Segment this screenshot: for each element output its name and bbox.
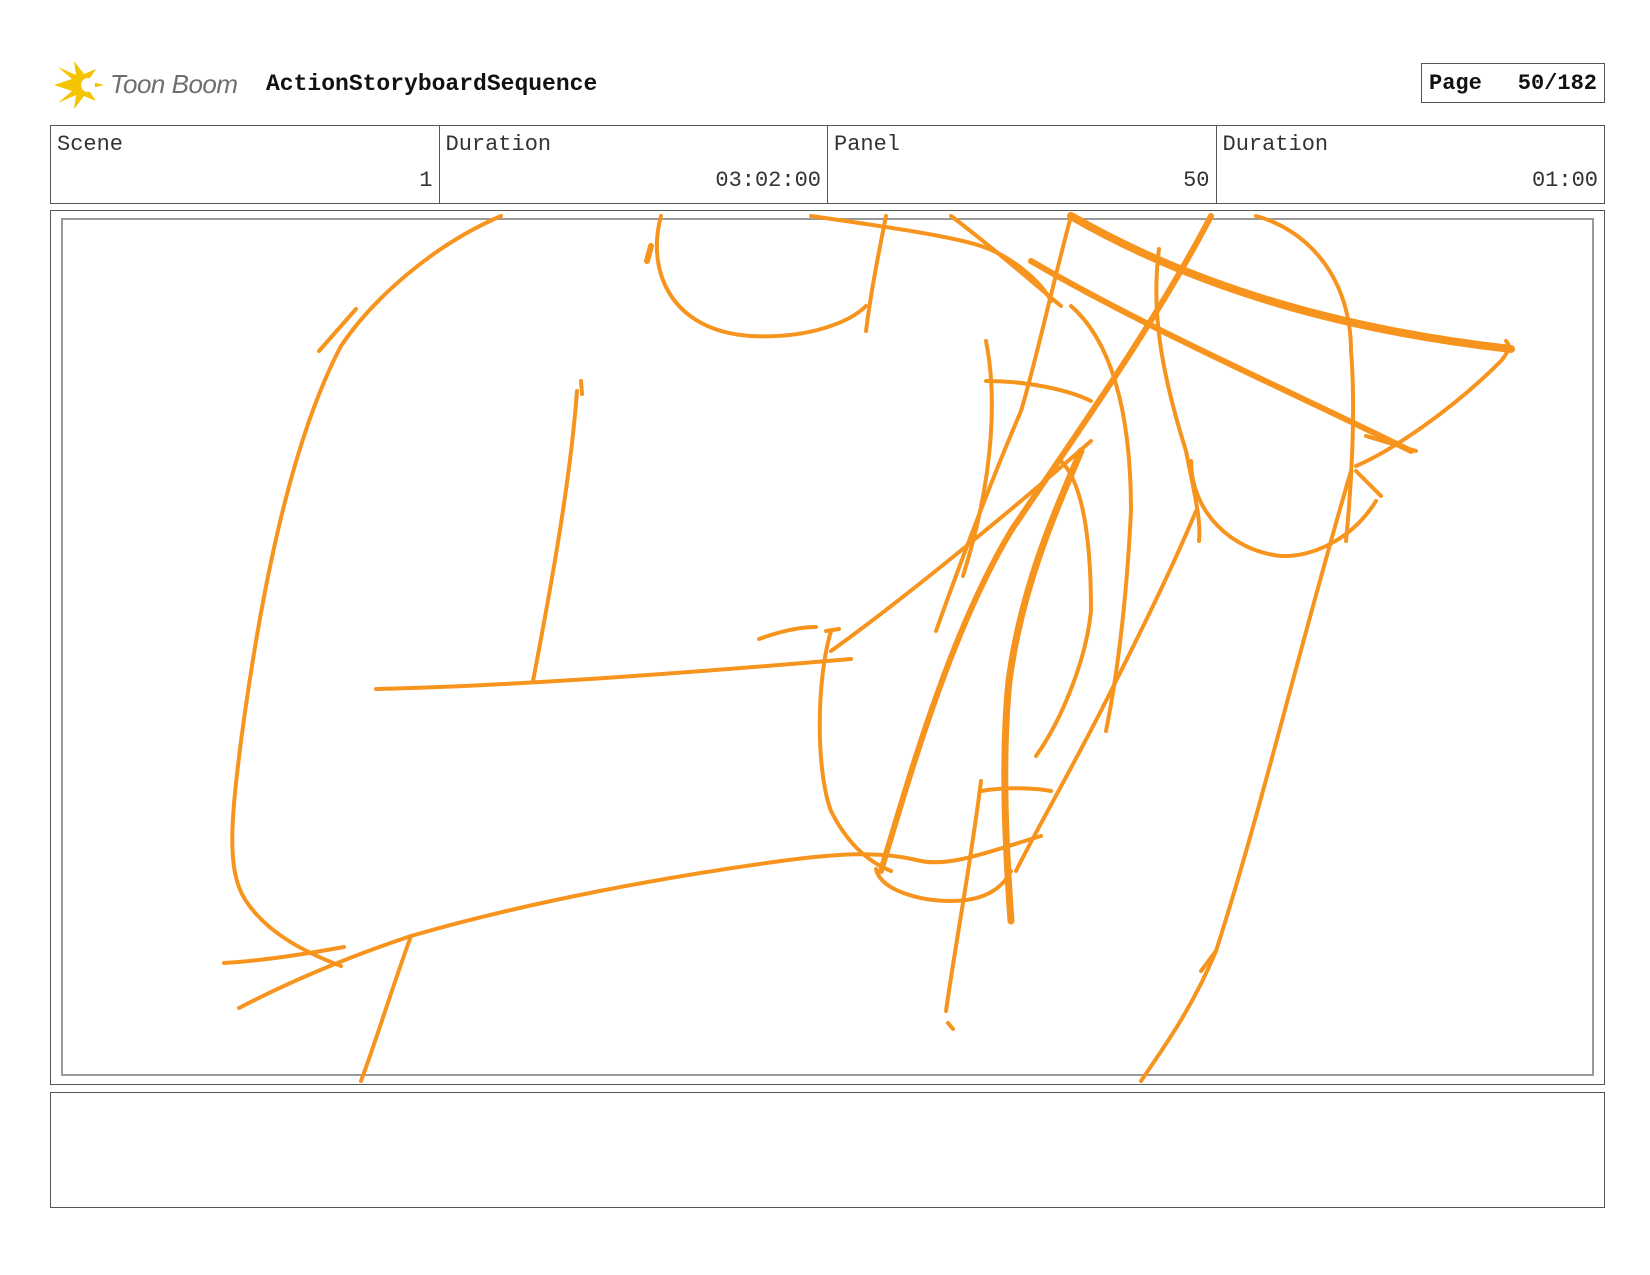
panel-notes-box — [50, 1092, 1605, 1208]
panel-duration-value: 01:00 — [1531, 168, 1598, 193]
panel-cell: Panel 50 — [828, 126, 1217, 203]
scene-info-table: Scene 1 Duration 03:02:00 Panel 50 Durat… — [50, 125, 1605, 204]
scene-cell: Scene 1 — [51, 126, 440, 203]
panel-duration-label: Duration — [1222, 132, 1329, 157]
panel-duration-cell: Duration 01:00 — [1217, 126, 1605, 203]
page-indicator: Page 50/182 — [1421, 63, 1605, 103]
scene-duration-label: Duration — [445, 132, 552, 157]
brand-name: Toon Boom — [110, 69, 238, 99]
project-title: ActionStoryboardSequence — [266, 71, 598, 97]
scene-duration-value: 03:02:00 — [715, 168, 821, 193]
scene-value: 1 — [419, 168, 433, 193]
panel-sketch-drawing — [222, 212, 1515, 1083]
storyboard-panel — [50, 210, 1605, 1085]
page-header: Toon Boom ActionStoryboardSequence Page … — [50, 55, 1605, 115]
panel-label: Panel — [834, 132, 901, 157]
panel-value: 50 — [1183, 168, 1210, 193]
toon-boom-logo-icon — [54, 61, 104, 109]
page-label: Page — [1429, 70, 1482, 96]
scene-duration-cell: Duration 03:02:00 — [440, 126, 828, 203]
scene-label: Scene — [57, 132, 124, 157]
page-number: 50/182 — [1517, 70, 1597, 96]
